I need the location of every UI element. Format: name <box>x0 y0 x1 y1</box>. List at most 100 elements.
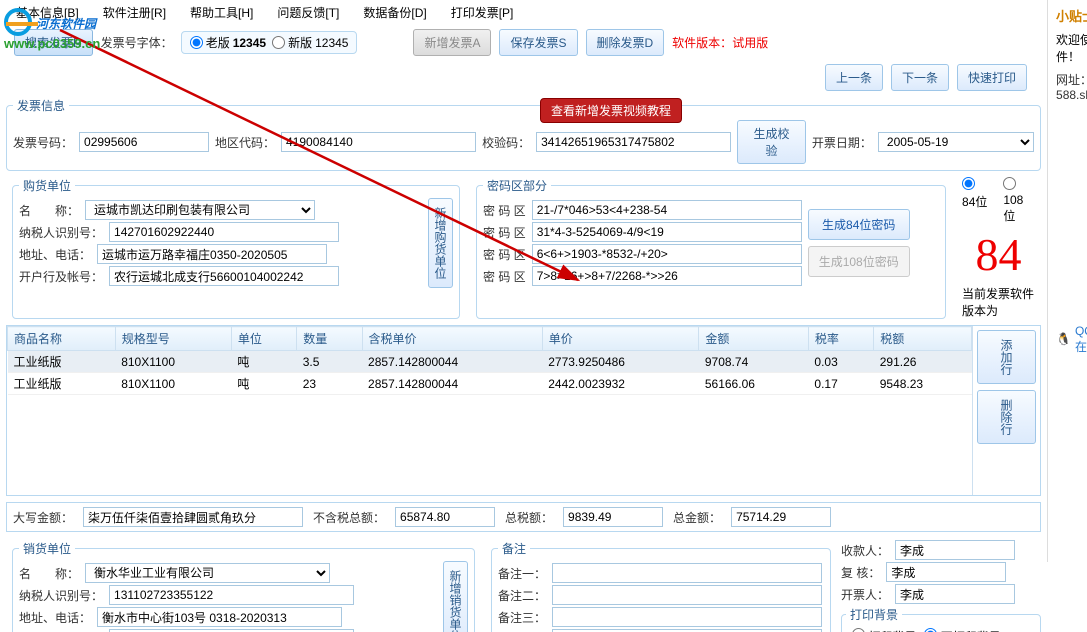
add-row-button[interactable]: 添加行 <box>977 330 1036 384</box>
remark3-input[interactable] <box>552 607 822 627</box>
items-table-wrap: 商品名称 规格型号 单位 数量 含税单价 单价 金额 税率 税额 工业纸版810… <box>6 325 1041 496</box>
font-old-radio[interactable]: 老版 12345 <box>190 34 266 51</box>
menu-help[interactable]: 帮助工具[H] <box>190 4 253 21</box>
cipher-line2[interactable] <box>532 222 802 242</box>
invoice-num-label: 发票号码： <box>13 134 73 151</box>
cipher-label-2: 密 码 区 <box>483 224 526 241</box>
col-tax[interactable]: 税额 <box>874 327 972 351</box>
tax-total-input[interactable] <box>563 507 663 527</box>
bits-note: 当前发票软件版本为 <box>962 285 1035 319</box>
video-tutorial-button[interactable]: 查看新增发票视频教程 <box>540 98 682 123</box>
payee-input[interactable] <box>895 540 1015 560</box>
website-text: 网址：588.show588.com <box>1056 71 1087 102</box>
sum-label: 总金额： <box>673 509 721 526</box>
col-qty[interactable]: 数量 <box>297 327 362 351</box>
table-row[interactable]: 工业纸版810X1100吨232857.1428000442442.002393… <box>8 373 972 395</box>
reviewer-input[interactable] <box>886 562 1006 582</box>
print-bg-no-radio[interactable]: 不打印背景 <box>924 628 1000 632</box>
sidebar: 小贴士 欢迎使用飞翔软件！ 网址：588.show588.com 🐧 QQ在线 … <box>1048 0 1087 562</box>
cipher-label-4: 密 码 区 <box>483 268 526 285</box>
buyer-bank-input[interactable] <box>109 266 339 286</box>
col-unit[interactable]: 单位 <box>231 327 296 351</box>
cipher-group: 密码区部分 密 码 区 密 码 区 密 码 区 密 码 区 生成84位密码 生成… <box>476 177 946 319</box>
menu-backup[interactable]: 数据备份[D] <box>363 4 426 21</box>
gen-84-button[interactable]: 生成84位密码 <box>808 209 910 240</box>
tax-total-label: 总税额： <box>505 509 553 526</box>
col-rate[interactable]: 税率 <box>808 327 873 351</box>
seller-tax-input[interactable] <box>109 585 354 605</box>
menu-print[interactable]: 打印发票[P] <box>451 4 514 21</box>
drawer-label: 开票人： <box>841 586 889 603</box>
seller-group: 销货单位 名 称：衡水华业工业有限公司 纳税人识别号： 地址、电话： 开户行及帐… <box>12 540 475 632</box>
area-code-input[interactable] <box>281 132 476 152</box>
remark2-input[interactable] <box>552 585 822 605</box>
buyer-tax-label: 纳税人识别号： <box>19 224 103 241</box>
menu-basic[interactable]: 基本信息[B] <box>16 4 79 21</box>
cipher-label-1: 密 码 区 <box>483 202 526 219</box>
menu-feedback[interactable]: 问题反馈[T] <box>277 4 339 21</box>
seller-name-label: 名 称： <box>19 565 79 582</box>
bits-group: 84位 108位 84 当前发票软件版本为 <box>956 175 1041 321</box>
check-code-input[interactable] <box>536 132 731 152</box>
seller-name-select[interactable]: 衡水华业工业有限公司 <box>85 563 330 583</box>
gen-108-button[interactable]: 生成108位密码 <box>808 246 910 277</box>
payee-label: 收款人： <box>841 542 889 559</box>
seller-addr-input[interactable] <box>97 607 342 627</box>
invoice-num-input[interactable] <box>79 132 209 152</box>
col-amt[interactable]: 金额 <box>699 327 809 351</box>
add-seller-button[interactable]: 新增销货单位 <box>443 561 468 632</box>
amount-cn-input[interactable] <box>83 507 303 527</box>
bits-display: 84 <box>976 228 1022 281</box>
net-input[interactable] <box>395 507 495 527</box>
remark1-input[interactable] <box>552 563 822 583</box>
search-invoice-button[interactable]: 搜索发票R <box>14 29 93 56</box>
gen-check-button[interactable]: 生成校验 <box>737 120 806 164</box>
seller-bank-input[interactable] <box>109 629 354 632</box>
font-label: 发票号字体： <box>101 34 173 51</box>
check-code-label: 校验码： <box>482 134 530 151</box>
seller-addr-label: 地址、电话： <box>19 609 91 626</box>
cipher-legend: 密码区部分 <box>483 177 551 194</box>
save-invoice-button[interactable]: 保存发票S <box>499 29 577 56</box>
buyer-legend: 购货单位 <box>19 177 75 194</box>
bits-108-radio[interactable]: 108位 <box>1003 177 1035 224</box>
invoice-date-select[interactable]: 2005-05-19 <box>878 132 1034 152</box>
cipher-line4[interactable] <box>532 266 802 286</box>
buyer-name-select[interactable]: 运城市凯达印刷包装有限公司 <box>85 200 315 220</box>
toolbar: 搜索发票R 发票号字体： 老版 12345 新版 12345 新增发票A 保存发… <box>0 25 1047 60</box>
buyer-tax-input[interactable] <box>109 222 339 242</box>
buyer-addr-input[interactable] <box>97 244 327 264</box>
quick-print-button[interactable]: 快速打印 <box>957 64 1027 91</box>
table-row[interactable]: 工业纸版810X1100吨3.52857.1428000442773.92504… <box>8 351 972 373</box>
col-spec[interactable]: 规格型号 <box>115 327 231 351</box>
remark1-label: 备注一： <box>498 565 546 582</box>
drawer-input[interactable] <box>895 584 1015 604</box>
cipher-line1[interactable] <box>532 200 802 220</box>
sum-input[interactable] <box>731 507 831 527</box>
font-new-radio[interactable]: 新版 12345 <box>272 34 348 51</box>
invoice-info-group: 发票信息 发票号码： 地区代码： 校验码： 生成校验 开票日期： 2005-05… <box>6 97 1041 171</box>
print-bg-yes-radio[interactable]: 打印背景 <box>852 628 916 632</box>
remarks-group: 备注 备注一： 备注二： 备注三： 备注四： <box>491 540 831 632</box>
buyer-name-label: 名 称： <box>19 202 79 219</box>
qq-contact[interactable]: 🐧 QQ在线 QQ号联系 <box>1056 322 1087 356</box>
cipher-line3[interactable] <box>532 244 802 264</box>
remark2-label: 备注二： <box>498 587 546 604</box>
del-row-button[interactable]: 删除行 <box>977 390 1036 444</box>
seller-bank-label: 开户行及帐号： <box>19 631 103 632</box>
col-name[interactable]: 商品名称 <box>8 327 116 351</box>
add-buyer-button[interactable]: 新增购货单位 <box>428 198 453 288</box>
delete-invoice-button[interactable]: 删除发票D <box>586 29 665 56</box>
items-table[interactable]: 商品名称 规格型号 单位 数量 含税单价 单价 金额 税率 税额 工业纸版810… <box>7 326 972 395</box>
col-price2[interactable]: 单价 <box>542 327 699 351</box>
invoice-info-legend: 发票信息 <box>13 97 69 114</box>
tips-title: 小贴士 <box>1056 6 1087 25</box>
prev-button[interactable]: 上一条 <box>825 64 883 91</box>
col-price[interactable]: 含税单价 <box>362 327 542 351</box>
menu-register[interactable]: 软件注册[R] <box>103 4 166 21</box>
bits-84-radio[interactable]: 84位 <box>962 177 989 224</box>
buyer-addr-label: 地址、电话： <box>19 246 91 263</box>
add-invoice-button[interactable]: 新增发票A <box>413 29 491 56</box>
remark4-input[interactable] <box>552 629 822 632</box>
next-button[interactable]: 下一条 <box>891 64 949 91</box>
